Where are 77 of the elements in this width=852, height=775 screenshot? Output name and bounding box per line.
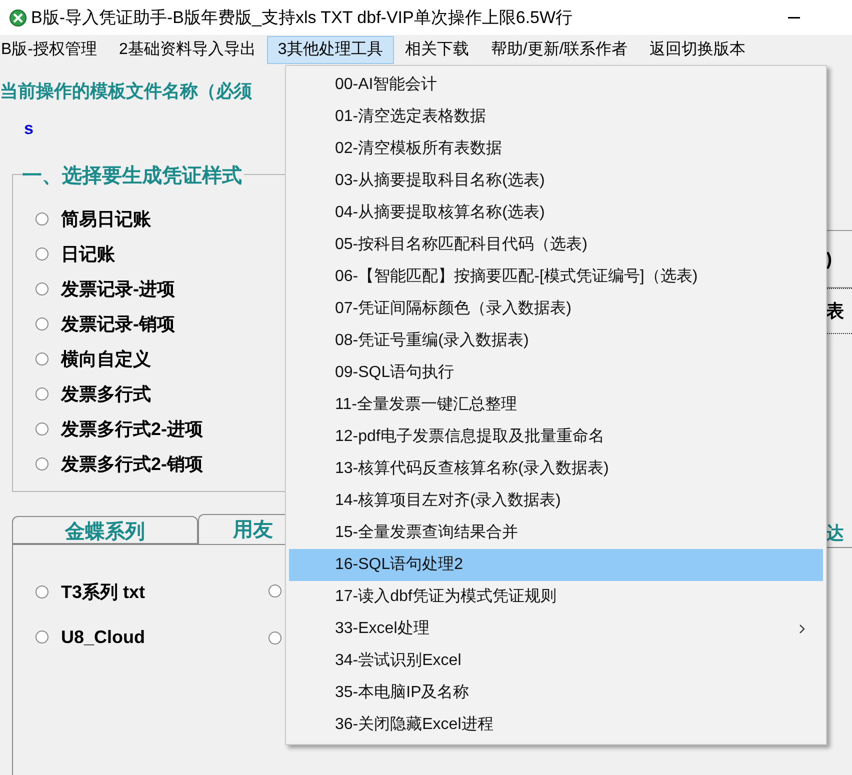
- window-title: B版-导入凭证助手-B版年费版_支持xls TXT dbf-VIP单次操作上限6.5W行: [31, 6, 573, 29]
- radio-button[interactable]: [35, 317, 49, 331]
- item-label: 04-从摘要提取核算名称(选表): [335, 202, 545, 223]
- menu-item[interactable]: 3其他处理工具: [266, 36, 394, 64]
- item-label: 12-pdf电子发票信息提取及批量重命名: [335, 426, 604, 447]
- dropdown-item[interactable]: 03-从摘要提取科目名称(选表): [289, 165, 823, 197]
- item-label: 02-清空模板所有表数据: [335, 138, 502, 159]
- radio-button[interactable]: [268, 631, 282, 645]
- item-label: 16-SQL语句处理2: [335, 554, 464, 575]
- item-label: 09-SQL语句执行: [335, 362, 454, 383]
- dropdown-item[interactable]: 34-尝试识别Excel: [289, 645, 823, 677]
- menu-item[interactable]: B版-授权管理: [0, 36, 108, 64]
- template-value: s: [24, 118, 34, 140]
- dropdown-item[interactable]: 14-核算项目左对齐(录入数据表): [289, 485, 823, 517]
- item-label: 06-【智能匹配】按摘要匹配-[模式凭证编号]（选表): [335, 266, 698, 287]
- item-label: 35-本电脑IP及名称: [335, 682, 470, 703]
- item-label: 34-尝试识别Excel: [335, 650, 462, 671]
- dropdown-item[interactable]: 07-凭证间隔标颜色（录入数据表): [289, 293, 823, 325]
- dropdown-item[interactable]: 12-pdf电子发票信息提取及批量重命名: [289, 421, 823, 453]
- radio-button[interactable]: [35, 457, 49, 471]
- option-label[interactable]: 发票记录-销项: [61, 310, 175, 338]
- item-label: 14-核算项目左对齐(录入数据表): [335, 490, 561, 511]
- option-label[interactable]: U8_Cloud: [61, 624, 146, 650]
- dropdown-item[interactable]: 08-凭证号重编(录入数据表): [289, 325, 823, 357]
- side-button[interactable]: 表: [826, 288, 852, 334]
- option-label[interactable]: 日记账: [61, 240, 115, 268]
- radio-button[interactable]: [35, 282, 49, 296]
- radio-button[interactable]: [268, 584, 282, 598]
- item-label: 07-凭证间隔标颜色（录入数据表): [335, 298, 572, 319]
- radio-button[interactable]: [35, 247, 49, 261]
- side-button[interactable]: ): [826, 230, 852, 288]
- dropdown-item[interactable]: 00-AI智能会计: [289, 69, 823, 101]
- dropdown-item[interactable]: 35-本电脑IP及名称: [289, 677, 823, 709]
- menu-item[interactable]: 返回切换版本: [638, 36, 757, 64]
- item-label: 33-Excel处理: [335, 618, 430, 639]
- minimize-icon[interactable]: [788, 16, 800, 18]
- menu-item[interactable]: 相关下载: [394, 36, 480, 64]
- item-label: 00-AI智能会计: [335, 74, 438, 95]
- dropdown-item[interactable]: 04-从摘要提取核算名称(选表): [289, 197, 823, 229]
- radio-button[interactable]: [35, 630, 49, 644]
- option-label[interactable]: 横向自定义: [61, 346, 151, 372]
- radio-button[interactable]: [35, 352, 49, 366]
- option-label[interactable]: 发票多行式: [61, 380, 151, 408]
- option-label[interactable]: 发票记录-进项: [61, 276, 175, 302]
- dropdown-item[interactable]: 09-SQL语句执行: [289, 357, 823, 389]
- menu-item[interactable]: 2基础资料导入导出: [108, 36, 267, 64]
- radio-button[interactable]: [35, 387, 49, 401]
- item-label: 03-从摘要提取科目名称(选表): [335, 170, 545, 191]
- item-label: 08-凭证号重编(录入数据表): [335, 330, 529, 351]
- dropdown-item[interactable]: 17-读入dbf凭证为模式凭证规则: [289, 581, 823, 613]
- option-label[interactable]: T3系列 txt: [61, 578, 146, 606]
- dropdown-item[interactable]: 01-清空选定表格数据: [289, 101, 823, 133]
- radio-button[interactable]: [35, 585, 49, 599]
- dropdown-item[interactable]: 36-关闭隐藏Excel进程: [289, 709, 823, 741]
- item-label: 15-全量发票查询结果合并: [335, 522, 518, 543]
- tab[interactable]: 金蝶系列: [12, 516, 198, 544]
- dropdown-item[interactable]: 13-核算代码反查核算名称(录入数据表): [289, 453, 823, 485]
- item-label: 11-全量发票一键汇总整理: [335, 395, 517, 415]
- item-label: 13-核算代码反查核算名称(录入数据表): [335, 458, 609, 479]
- radio-button[interactable]: [35, 422, 49, 436]
- dropdown-item[interactable]: 16-SQL语句处理2: [289, 549, 823, 581]
- dropdown-item[interactable]: 05-按科目名称匹配科目代码（选表): [289, 229, 823, 261]
- dropdown-item[interactable]: 02-清空模板所有表数据: [289, 133, 823, 165]
- dropdown-item[interactable]: 06-【智能匹配】按摘要匹配-[模式凭证编号]（选表): [289, 261, 823, 293]
- option-label[interactable]: 发票多行式2-销项: [61, 450, 204, 478]
- item-label: 17-读入dbf凭证为模式凭证规则: [335, 586, 556, 607]
- menu-item[interactable]: 帮助/更新/联系作者: [480, 36, 639, 64]
- option-label[interactable]: 发票多行式2-进项: [61, 416, 204, 442]
- app-icon: [9, 8, 27, 26]
- radio-button[interactable]: [35, 212, 49, 226]
- item-label: 05-按科目名称匹配科目代码（选表): [335, 234, 588, 255]
- dropdown-item[interactable]: 11-全量发票一键汇总整理: [289, 389, 823, 421]
- item-label: 01-清空选定表格数据: [335, 106, 486, 127]
- item-label: 36-关闭隐藏Excel进程: [335, 714, 494, 735]
- option-label[interactable]: 简易日记账: [61, 206, 151, 232]
- dropdown-item[interactable]: 33-Excel处理: [289, 613, 823, 645]
- template-heading: 当前操作的模板文件名称（必须: [0, 80, 252, 103]
